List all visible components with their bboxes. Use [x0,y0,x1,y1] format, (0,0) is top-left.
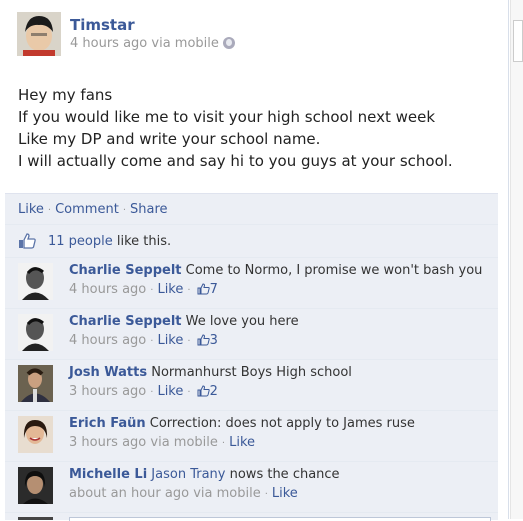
post-line: If you would like me to visit your high … [18,108,436,126]
globe-icon [222,37,235,49]
comment-like-link[interactable]: Like [229,435,255,450]
comment-like-link[interactable]: Like [157,333,183,348]
comment-text: We love you here [181,314,299,329]
mentioned-user[interactable]: Jason Trany [147,467,225,482]
post-meta: 4 hours ago via mobile [70,36,235,51]
commenter-name[interactable]: Michelle Li [69,467,147,482]
post-actions-bar: Like · Comment · Share [5,193,498,224]
comment-like-count[interactable]: 2 [210,384,218,399]
thumbs-up-icon [197,385,210,401]
comment-item: Michelle Li Jason Trany nows the chance … [5,461,498,512]
separator: · [187,336,191,347]
commenter-avatar[interactable] [18,467,53,504]
thumbs-up-icon [197,283,210,299]
scrollbar[interactable] [510,0,523,519]
share-link[interactable]: Share [130,202,168,217]
comment-timestamp[interactable]: 4 hours ago [69,333,146,348]
separator: · [264,489,268,500]
separator: · [221,438,226,449]
comment-item: Erich Faün Correction: does not apply to… [5,410,498,461]
comment-text: Normanhurst Boys High school [147,365,352,380]
comment-timestamp[interactable]: about an hour ago [69,486,189,501]
commenter-avatar[interactable] [18,365,53,402]
comment-item: Charlie Seppelt Come to Normo, I promise… [5,257,498,308]
comment-like-count[interactable]: 3 [210,333,218,348]
separator: · [122,205,126,216]
post-card: Timstar 4 hours ago via mobile Hey my fa… [0,0,509,521]
post-timestamp[interactable]: 4 hours ago via mobile [70,36,219,51]
comment-via: via mobile [189,486,261,501]
likes-summary: 11 people like this. [5,224,498,257]
post-message: Hey my fans If you would like me to visi… [18,84,498,172]
comment-like-link[interactable]: Like [157,282,183,297]
like-link[interactable]: Like [18,202,44,217]
likes-suffix: like this. [112,234,172,249]
comment-like-link[interactable]: Like [272,486,298,501]
comment-timestamp[interactable]: 3 hours ago [69,384,146,399]
comment-item: Josh Watts Normanhurst Boys High school … [5,359,498,410]
commenter-name[interactable]: Erich Faün [69,416,146,431]
scrollbar-thumb[interactable] [513,20,523,62]
thumbs-up-icon [197,334,210,350]
comment-text: nows the chance [225,467,340,482]
separator: · [187,285,191,296]
separator: · [47,205,52,216]
separator: · [150,387,154,398]
comment-via: via mobile [146,435,218,450]
comment-like-link[interactable]: Like [157,384,183,399]
comment-timestamp[interactable]: 4 hours ago [69,282,146,297]
comment-link[interactable]: Comment [55,202,119,217]
comment-timestamp[interactable]: 3 hours ago [69,435,146,450]
comment-text: Come to Normo, I promise we won't bash y… [181,263,483,278]
post-line: Hey my fans [18,86,113,104]
separator: · [150,285,154,296]
post-line: I will actually come and say hi to you g… [18,152,453,170]
likers-link[interactable]: 11 people [48,234,113,249]
commenter-avatar[interactable] [18,416,53,453]
comment-text: Correction: does not apply to James ruse [145,416,415,431]
comment-input[interactable] [69,517,491,521]
commenter-name[interactable]: Charlie Seppelt [69,314,182,329]
commenter-avatar[interactable] [18,263,53,300]
thumbs-up-icon [18,233,36,253]
comment-item: Charlie Seppelt We love you here 4 hours… [5,308,498,359]
post-line: Like my DP and write your school name. [18,130,321,148]
author-name[interactable]: Timstar [70,16,135,34]
separator: · [150,336,154,347]
commenter-name[interactable]: Charlie Seppelt [69,263,182,278]
author-avatar[interactable] [17,12,61,56]
separator: · [187,387,191,398]
comment-like-count[interactable]: 7 [210,282,218,297]
commenter-avatar[interactable] [18,314,53,351]
commenter-name[interactable]: Josh Watts [69,365,147,380]
